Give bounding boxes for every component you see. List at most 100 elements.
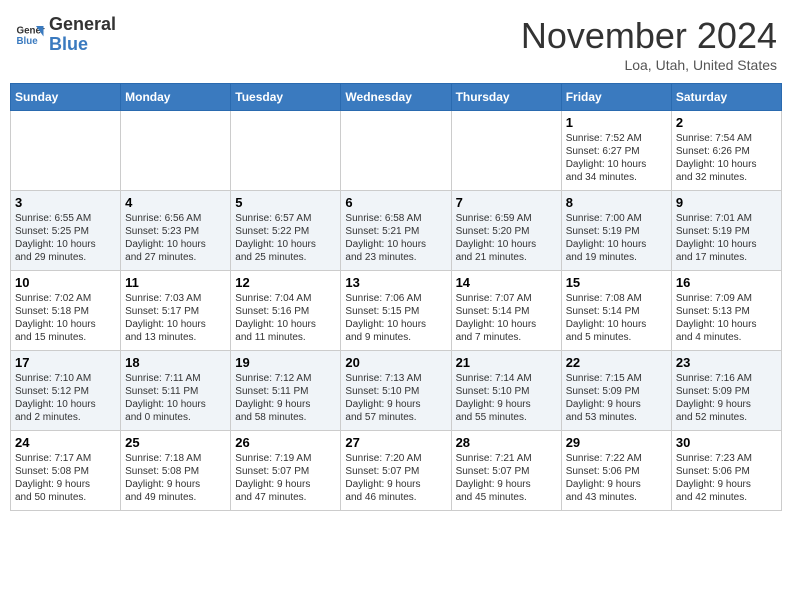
- day-info: Sunrise: 7:06 AM Sunset: 5:15 PM Dayligh…: [345, 292, 446, 344]
- location: Loa, Utah, United States: [521, 57, 777, 73]
- calendar-day-cell: 9 Sunrise: 7:01 AM Sunset: 5:19 PM Daylig…: [671, 191, 781, 271]
- day-info: Sunrise: 7:07 AM Sunset: 5:14 PM Dayligh…: [456, 292, 557, 344]
- day-info: Sunrise: 7:14 AM Sunset: 5:10 PM Dayligh…: [456, 372, 557, 424]
- day-info: Sunrise: 7:09 AM Sunset: 5:13 PM Dayligh…: [676, 292, 777, 344]
- day-number: 27: [345, 435, 446, 450]
- day-number: 23: [676, 355, 777, 370]
- calendar-day-cell: [451, 111, 561, 191]
- logo-icon: General Blue: [15, 20, 45, 50]
- day-info: Sunrise: 7:11 AM Sunset: 5:11 PM Dayligh…: [125, 372, 226, 424]
- calendar-day-cell: 7Sunrise: 6:59 AM Sunset: 5:20 PM Daylig…: [451, 191, 561, 271]
- day-number: 13: [345, 275, 446, 290]
- day-number: 4: [125, 195, 226, 210]
- day-number: 11: [125, 275, 226, 290]
- day-number: 7: [456, 195, 557, 210]
- weekday-header-cell: Tuesday: [231, 84, 341, 111]
- calendar-day-cell: 3 Sunrise: 6:55 AM Sunset: 5:25 PM Daylig…: [11, 191, 121, 271]
- day-info: Sunrise: 7:21 AM Sunset: 5:07 PM Dayligh…: [456, 452, 557, 504]
- day-number: 26: [235, 435, 336, 450]
- day-number: 18: [125, 355, 226, 370]
- weekday-header-cell: Saturday: [671, 84, 781, 111]
- weekday-header-cell: Monday: [121, 84, 231, 111]
- calendar-day-cell: 16Sunrise: 7:09 AM Sunset: 5:13 PM Dayli…: [671, 271, 781, 351]
- day-number: 28: [456, 435, 557, 450]
- calendar-day-cell: 5 Sunrise: 6:57 AM Sunset: 5:22 PM Daylig…: [231, 191, 341, 271]
- title-block: November 2024 Loa, Utah, United States: [521, 15, 777, 73]
- day-info: Sunrise: 6:55 AM Sunset: 5:25 PM Dayligh…: [15, 212, 116, 264]
- day-number: 2: [676, 115, 777, 130]
- calendar-day-cell: [231, 111, 341, 191]
- weekday-header-cell: Wednesday: [341, 84, 451, 111]
- svg-text:Blue: Blue: [17, 36, 39, 47]
- day-info: Sunrise: 7:18 AM Sunset: 5:08 PM Dayligh…: [125, 452, 226, 504]
- day-info: Sunrise: 7:17 AM Sunset: 5:08 PM Dayligh…: [15, 452, 116, 504]
- calendar-day-cell: 20Sunrise: 7:13 AM Sunset: 5:10 PM Dayli…: [341, 351, 451, 431]
- day-number: 20: [345, 355, 446, 370]
- day-number: 25: [125, 435, 226, 450]
- calendar-day-cell: 26 Sunrise: 7:19 AM Sunset: 5:07 PM Dayli…: [231, 431, 341, 511]
- calendar-day-cell: 14 Sunrise: 7:07 AM Sunset: 5:14 PM Dayli…: [451, 271, 561, 351]
- calendar-day-cell: 25 Sunrise: 7:18 AM Sunset: 5:08 PM Dayli…: [121, 431, 231, 511]
- calendar-day-cell: 24 Sunrise: 7:17 AM Sunset: 5:08 PM Dayli…: [11, 431, 121, 511]
- day-info: Sunrise: 7:16 AM Sunset: 5:09 PM Dayligh…: [676, 372, 777, 424]
- day-number: 12: [235, 275, 336, 290]
- calendar-week-row: 1Sunrise: 7:52 AM Sunset: 6:27 PM Daylig…: [11, 111, 782, 191]
- calendar-day-cell: 22 Sunrise: 7:15 AM Sunset: 5:09 PM Dayli…: [561, 351, 671, 431]
- day-number: 22: [566, 355, 667, 370]
- day-number: 15: [566, 275, 667, 290]
- weekday-header-cell: Thursday: [451, 84, 561, 111]
- calendar-day-cell: 28 Sunrise: 7:21 AM Sunset: 5:07 PM Dayli…: [451, 431, 561, 511]
- day-info: Sunrise: 7:10 AM Sunset: 5:12 PM Dayligh…: [15, 372, 116, 424]
- weekday-header-row: SundayMondayTuesdayWednesdayThursdayFrid…: [11, 84, 782, 111]
- day-number: 9: [676, 195, 777, 210]
- day-number: 19: [235, 355, 336, 370]
- calendar-week-row: 3 Sunrise: 6:55 AM Sunset: 5:25 PM Daylig…: [11, 191, 782, 271]
- day-info: Sunrise: 6:57 AM Sunset: 5:22 PM Dayligh…: [235, 212, 336, 264]
- calendar-day-cell: 30Sunrise: 7:23 AM Sunset: 5:06 PM Dayli…: [671, 431, 781, 511]
- calendar-body: 1Sunrise: 7:52 AM Sunset: 6:27 PM Daylig…: [11, 111, 782, 511]
- calendar-day-cell: [341, 111, 451, 191]
- logo-text: General Blue: [49, 15, 116, 55]
- day-info: Sunrise: 7:15 AM Sunset: 5:09 PM Dayligh…: [566, 372, 667, 424]
- day-number: 6: [345, 195, 446, 210]
- day-info: Sunrise: 7:54 AM Sunset: 6:26 PM Dayligh…: [676, 132, 777, 184]
- calendar-week-row: 24 Sunrise: 7:17 AM Sunset: 5:08 PM Dayli…: [11, 431, 782, 511]
- calendar-day-cell: 17Sunrise: 7:10 AM Sunset: 5:12 PM Dayli…: [11, 351, 121, 431]
- day-number: 14: [456, 275, 557, 290]
- day-number: 5: [235, 195, 336, 210]
- day-number: 30: [676, 435, 777, 450]
- day-info: Sunrise: 6:56 AM Sunset: 5:23 PM Dayligh…: [125, 212, 226, 264]
- calendar-day-cell: 6 Sunrise: 6:58 AM Sunset: 5:21 PM Daylig…: [341, 191, 451, 271]
- calendar-day-cell: 1Sunrise: 7:52 AM Sunset: 6:27 PM Daylig…: [561, 111, 671, 191]
- calendar-day-cell: 11 Sunrise: 7:03 AM Sunset: 5:17 PM Dayli…: [121, 271, 231, 351]
- day-info: Sunrise: 7:19 AM Sunset: 5:07 PM Dayligh…: [235, 452, 336, 504]
- month-title: November 2024: [521, 15, 777, 57]
- calendar-day-cell: 29Sunrise: 7:22 AM Sunset: 5:06 PM Dayli…: [561, 431, 671, 511]
- day-number: 24: [15, 435, 116, 450]
- day-info: Sunrise: 6:58 AM Sunset: 5:21 PM Dayligh…: [345, 212, 446, 264]
- calendar-table: SundayMondayTuesdayWednesdayThursdayFrid…: [10, 83, 782, 511]
- day-info: Sunrise: 7:01 AM Sunset: 5:19 PM Dayligh…: [676, 212, 777, 264]
- weekday-header-cell: Friday: [561, 84, 671, 111]
- calendar-day-cell: 27 Sunrise: 7:20 AM Sunset: 5:07 PM Dayli…: [341, 431, 451, 511]
- calendar-week-row: 17Sunrise: 7:10 AM Sunset: 5:12 PM Dayli…: [11, 351, 782, 431]
- day-info: Sunrise: 7:08 AM Sunset: 5:14 PM Dayligh…: [566, 292, 667, 344]
- day-info: Sunrise: 7:03 AM Sunset: 5:17 PM Dayligh…: [125, 292, 226, 344]
- day-info: Sunrise: 7:20 AM Sunset: 5:07 PM Dayligh…: [345, 452, 446, 504]
- day-number: 10: [15, 275, 116, 290]
- day-info: Sunrise: 7:52 AM Sunset: 6:27 PM Dayligh…: [566, 132, 667, 184]
- calendar-day-cell: 2 Sunrise: 7:54 AM Sunset: 6:26 PM Daylig…: [671, 111, 781, 191]
- calendar-day-cell: 13 Sunrise: 7:06 AM Sunset: 5:15 PM Dayli…: [341, 271, 451, 351]
- day-number: 8: [566, 195, 667, 210]
- day-number: 3: [15, 195, 116, 210]
- calendar-day-cell: 10Sunrise: 7:02 AM Sunset: 5:18 PM Dayli…: [11, 271, 121, 351]
- day-number: 21: [456, 355, 557, 370]
- logo: General Blue General Blue: [15, 15, 116, 55]
- calendar-day-cell: 15 Sunrise: 7:08 AM Sunset: 5:14 PM Dayli…: [561, 271, 671, 351]
- calendar-day-cell: 19Sunrise: 7:12 AM Sunset: 5:11 PM Dayli…: [231, 351, 341, 431]
- page-header: General Blue General Blue November 2024 …: [10, 10, 782, 73]
- calendar-day-cell: 8Sunrise: 7:00 AM Sunset: 5:19 PM Daylig…: [561, 191, 671, 271]
- calendar-day-cell: [11, 111, 121, 191]
- day-info: Sunrise: 7:22 AM Sunset: 5:06 PM Dayligh…: [566, 452, 667, 504]
- weekday-header-cell: Sunday: [11, 84, 121, 111]
